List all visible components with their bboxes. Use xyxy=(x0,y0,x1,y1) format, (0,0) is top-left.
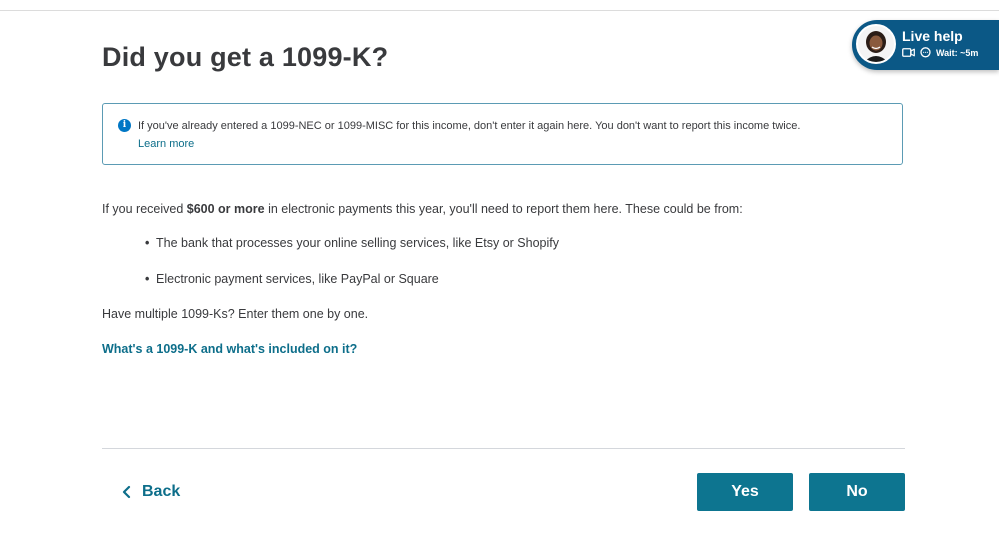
avatar xyxy=(856,24,896,64)
live-help-button[interactable]: Live help Wait: ~5m xyxy=(852,20,999,70)
bullet-text: The bank that processes your online sell… xyxy=(156,236,559,250)
info-text: If you've already entered a 1099-NEC or … xyxy=(138,120,801,132)
chevron-left-icon xyxy=(122,485,131,499)
bullet-icon: • xyxy=(145,272,150,286)
back-button[interactable]: Back xyxy=(122,478,180,506)
yes-button[interactable]: Yes xyxy=(697,473,793,511)
intro-suffix: in electronic payments this year, you'll… xyxy=(264,202,743,216)
top-divider xyxy=(0,10,999,11)
bullet-icon: • xyxy=(145,236,150,250)
whats-a-1099k-link[interactable]: What's a 1099-K and what's included on i… xyxy=(102,342,357,356)
video-icon xyxy=(902,48,915,57)
live-help-title: Live help xyxy=(902,28,963,44)
chat-icon xyxy=(920,47,931,58)
list-item: • The bank that processes your online sel… xyxy=(145,236,559,250)
agent-photo xyxy=(858,26,894,62)
footer-divider xyxy=(102,448,905,449)
bullet-text: Electronic payment services, like PayPal… xyxy=(156,272,439,286)
intro-prefix: If you received xyxy=(102,202,187,216)
intro-amount: $600 or more xyxy=(186,202,265,216)
page: Did you get a 1099-K? i If you've alread… xyxy=(0,0,999,535)
no-button[interactable]: No xyxy=(809,473,905,511)
multiple-note: Have multiple 1099-Ks? Enter them one by… xyxy=(102,307,369,321)
page-title: Did you get a 1099-K? xyxy=(102,42,389,72)
wait-time: Wait: ~5m xyxy=(936,47,979,58)
info-callout: i If you've already entered a 1099-NEC o… xyxy=(102,103,903,165)
list-item: • Electronic payment services, like PayPa… xyxy=(145,272,439,286)
info-icon: i xyxy=(118,119,131,132)
live-help-status: Wait: ~5m xyxy=(902,47,978,58)
back-label: Back xyxy=(142,483,181,500)
intro-text: If you received $600 or more in electron… xyxy=(102,202,743,216)
learn-more-link[interactable]: Learn more xyxy=(138,138,194,150)
